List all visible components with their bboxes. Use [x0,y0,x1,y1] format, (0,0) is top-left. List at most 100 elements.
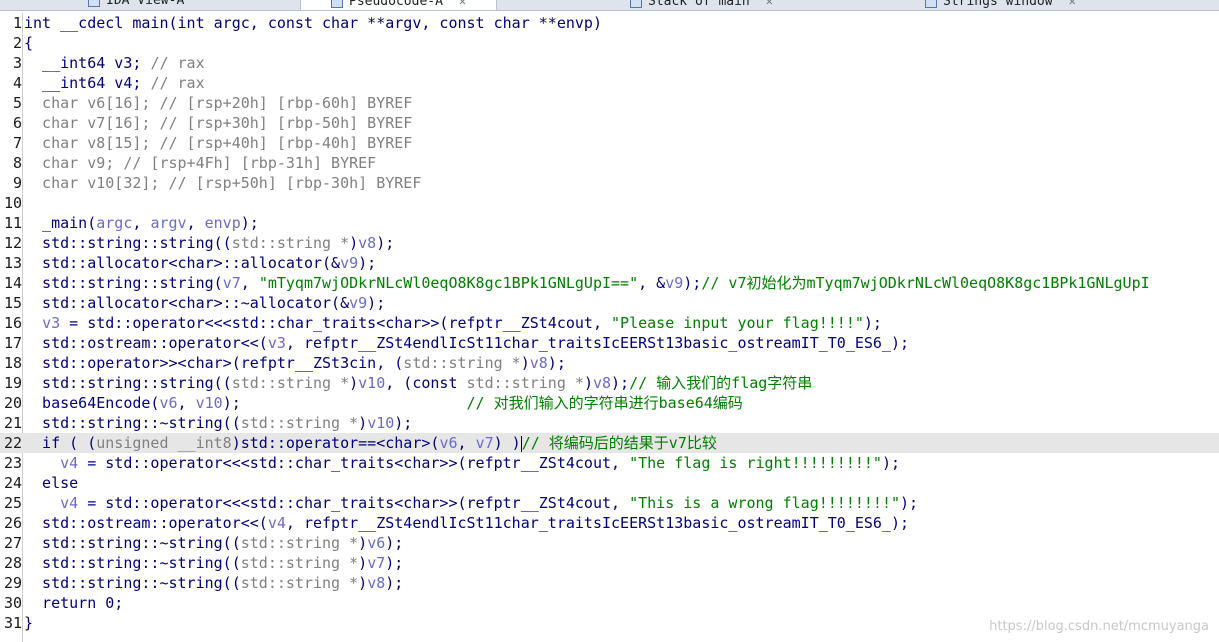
variable-token[interactable]: envp [205,214,241,232]
variable-token[interactable]: v10 [367,414,394,432]
variable-token[interactable]: v10 [358,374,385,392]
variable-token[interactable]: v4 [60,454,78,472]
variable-token[interactable]: v8 [593,374,611,392]
code-line[interactable]: 29 std::string::~string((std::string *)v… [0,573,1219,593]
code-line[interactable]: 28 std::string::~string((std::string *)v… [0,553,1219,573]
variable-token[interactable]: v7 [367,554,385,572]
close-icon[interactable]: ✕ [459,0,466,8]
variable-token[interactable]: v10 [196,394,223,412]
code-text[interactable]: __int64 v4; // rax [24,73,205,93]
code-text[interactable]: v3 = std::operator<<<std::char_traits<ch… [24,313,882,333]
tab-ida-view[interactable]: IDA View-A [88,0,184,10]
variable-token[interactable]: v9 [340,254,358,272]
line-number: 18 [3,354,22,372]
code-line[interactable]: 7 char v8[15]; // [rsp+40h] [rbp-40h] BY… [0,133,1219,153]
variable-token[interactable]: v7 [223,274,241,292]
code-line[interactable]: 16 v3 = std::operator<<<std::char_traits… [0,313,1219,333]
code-line[interactable]: 18 std::operator>><char>(refptr__ZSt3cin… [0,353,1219,373]
code-line[interactable]: 4 __int64 v4; // rax [0,73,1219,93]
variable-token[interactable]: v6 [439,434,457,452]
code-line[interactable]: 27 std::string::~string((std::string *)v… [0,533,1219,553]
tab-strings-window[interactable]: Strings window ✕ [925,0,1076,10]
tab-pseudocode[interactable]: Pseudocode-A ✕ [300,0,498,10]
code-token: ) [358,414,368,432]
code-line[interactable]: 23 v4 = std::operator<<<std::char_traits… [0,453,1219,473]
code-text[interactable]: std::allocator<char>::~allocator(&v9); [24,293,385,313]
comment: // 对我们输入的字符串进行base64编码 [466,394,743,412]
code-text[interactable]: { [24,33,33,53]
code-line[interactable]: 13 std::allocator<char>::allocator(&v9); [0,253,1219,273]
code-text[interactable]: int __cdecl main(int argc, const char **… [24,13,602,33]
code-line[interactable]: 21 std::string::~string((std::string *)v… [0,413,1219,433]
code-line[interactable]: 26 std::ostream::operator<<(v4, refptr__… [0,513,1219,533]
code-text[interactable]: char v8[15]; // [rsp+40h] [rbp-40h] BYRE… [24,133,412,153]
code-line[interactable]: 10 [0,193,1219,213]
code-text[interactable]: char v9; // [rsp+4Fh] [rbp-31h] BYREF [24,153,376,173]
code-line[interactable]: 11 _main(argc, argv, envp); [0,213,1219,233]
code-line[interactable]: 14 std::string::string(v7, "mTyqm7wjODkr… [0,273,1219,293]
tab-label: Pseudocode-A [349,0,443,9]
variable-token[interactable]: v9 [349,294,367,312]
code-line[interactable]: 17 std::ostream::operator<<(v3, refptr__… [0,333,1219,353]
code-text[interactable]: std::string::~string((std::string *)v7); [24,553,403,573]
code-line[interactable]: 20 base64Encode(v6, v10); // 对我们输入的字符串进行… [0,393,1219,413]
code-text[interactable]: if ( (unsigned __int8)std::operator==<ch… [24,433,717,453]
code-text[interactable]: __int64 v3; // rax [24,53,205,73]
code-token: return 0; [24,594,124,612]
code-text[interactable]: v4 = std::operator<<<std::char_traits<ch… [24,453,900,473]
code-text[interactable]: std::operator>><char>(refptr__ZSt3cin, (… [24,353,566,373]
code-text[interactable]: v4 = std::operator<<<std::char_traits<ch… [24,493,918,513]
code-line[interactable]: 15 std::allocator<char>::~allocator(&v9)… [0,293,1219,313]
code-text[interactable]: std::string::~string((std::string *)v8); [24,573,403,593]
code-line[interactable]: 25 v4 = std::operator<<<std::char_traits… [0,493,1219,513]
variable-token[interactable]: v8 [358,234,376,252]
code-line[interactable]: 5 char v6[16]; // [rsp+20h] [rbp-60h] BY… [0,93,1219,113]
variable-token[interactable]: v8 [367,574,385,592]
code-line[interactable]: 19 std::string::string((std::string *)v1… [0,373,1219,393]
variable-token[interactable]: v9 [665,274,683,292]
close-icon[interactable]: ✕ [1069,0,1076,8]
code-line[interactable]: 24 else [0,473,1219,493]
code-line[interactable]: 30 return 0; [0,593,1219,613]
code-text[interactable]: char v10[32]; // [rsp+50h] [rbp-30h] BYR… [24,173,421,193]
code-text[interactable]: std::string::~string((std::string *)v10)… [24,413,412,433]
code-line[interactable]: 12 std::string::string((std::string *)v8… [0,233,1219,253]
variable-token[interactable]: v6 [159,394,177,412]
code-token: = std::operator<<<std::char_traits<char>… [78,494,630,512]
pseudocode-editor[interactable]: 1 int __cdecl main(int argc, const char *… [0,13,1219,633]
code-text[interactable]: } [24,613,33,633]
code-text[interactable]: std::ostream::operator<<(v3, refptr__ZSt… [24,333,909,353]
close-icon[interactable]: ✕ [766,0,773,8]
code-token: std::string::string(( [24,234,232,252]
code-line[interactable]: 1 int __cdecl main(int argc, const char *… [0,13,1219,33]
variable-token[interactable]: v3 [42,314,60,332]
code-text[interactable]: _main(argc, argv, envp); [24,213,259,233]
code-text[interactable]: std::string::~string((std::string *)v6); [24,533,403,553]
code-text[interactable]: std::allocator<char>::allocator(&v9); [24,253,376,273]
variable-token[interactable]: v8 [530,354,548,372]
code-text[interactable]: std::string::string(v7, "mTyqm7wjODkrNLc… [24,273,1150,293]
variable-token[interactable]: argv [150,214,186,232]
variable-token[interactable]: v7 [476,434,494,452]
variable-token[interactable]: v6 [367,534,385,552]
code-text[interactable]: return 0; [24,593,123,613]
code-line[interactable]: 9 char v10[32]; // [rsp+50h] [rbp-30h] B… [0,173,1219,193]
code-line[interactable]: 6 char v7[16]; // [rsp+30h] [rbp-50h] BY… [0,113,1219,133]
code-text[interactable]: std::ostream::operator<<(v4, refptr__ZSt… [24,513,909,533]
code-text[interactable]: char v7[16]; // [rsp+30h] [rbp-50h] BYRE… [24,113,412,133]
variable-token[interactable]: argc [96,214,132,232]
tab-stack-of-main[interactable]: Stack of main ✕ [630,0,773,10]
code-line[interactable]: 22 if ( (unsigned __int8)std::operator==… [0,433,1219,453]
code-line[interactable]: 2{ [0,33,1219,53]
code-text[interactable]: std::string::string((std::string *)v8); [24,233,394,253]
variable-token[interactable]: v4 [60,494,78,512]
line-number: 29 [3,574,22,592]
code-line[interactable]: 8 char v9; // [rsp+4Fh] [rbp-31h] BYREF [0,153,1219,173]
code-line[interactable]: 3 __int64 v3; // rax [0,53,1219,73]
code-text[interactable]: base64Encode(v6, v10); // 对我们输入的字符串进行bas… [24,393,743,413]
code-text[interactable]: std::string::string((std::string *)v10, … [24,373,812,393]
variable-token[interactable]: v3 [268,334,286,352]
code-text[interactable]: char v6[16]; // [rsp+20h] [rbp-60h] BYRE… [24,93,412,113]
variable-token[interactable]: v4 [268,514,286,532]
code-text[interactable]: else [24,473,78,493]
